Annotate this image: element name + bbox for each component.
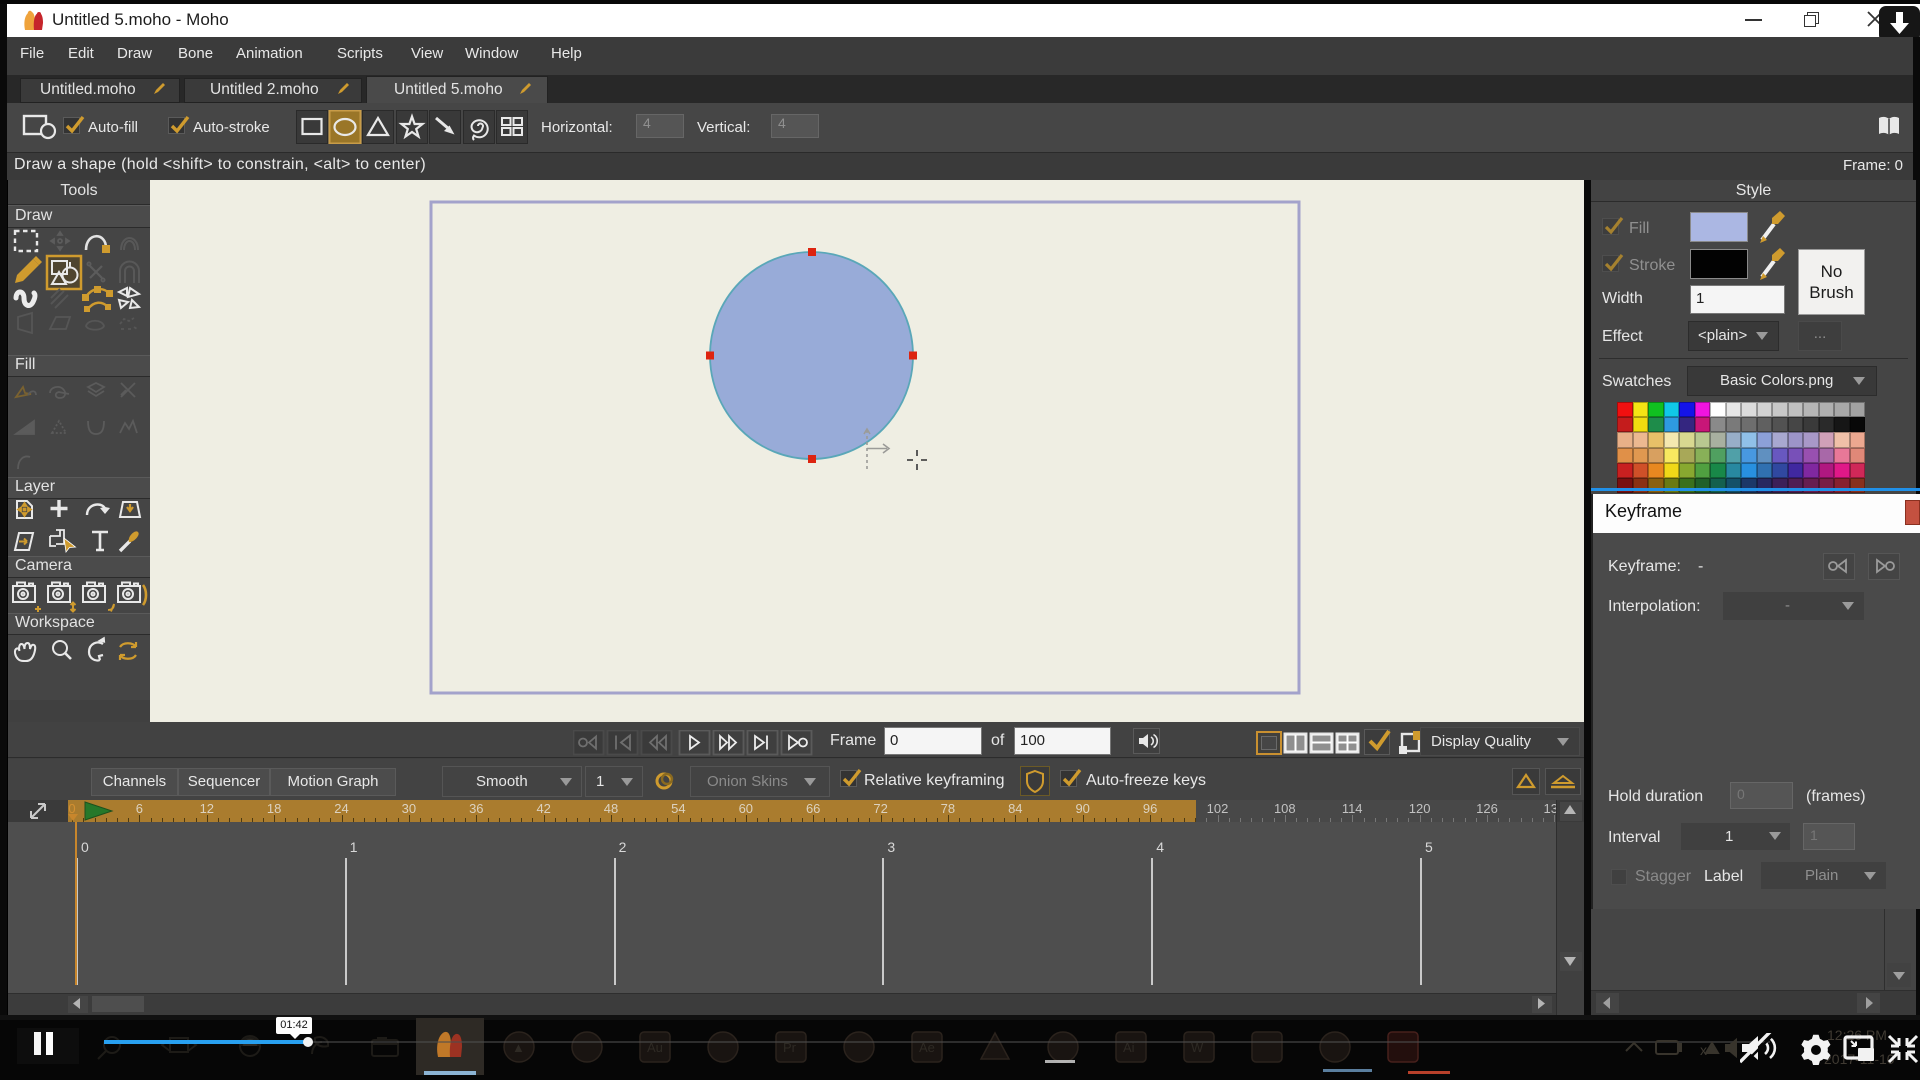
svg-text:x: x xyxy=(1700,1042,1707,1058)
